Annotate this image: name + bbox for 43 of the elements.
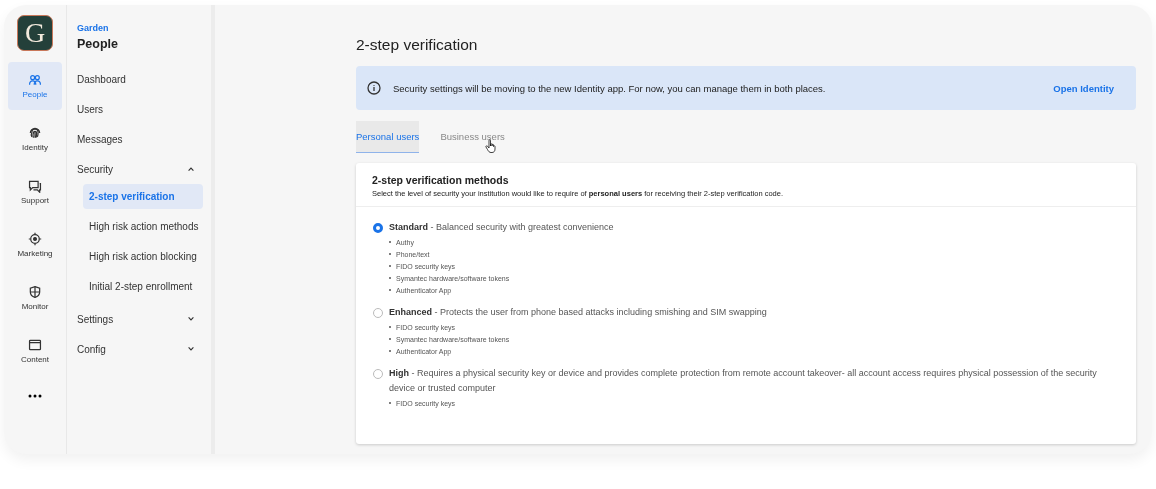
banner-text: Security settings will be moving to the new Identity app. For now, you can manage them in both places. xyxy=(393,82,827,94)
nav-group[interactable]: Settings xyxy=(77,304,195,334)
people-icon xyxy=(28,73,42,87)
nav-subitem[interactable]: Initial 2-step enrollment xyxy=(83,274,203,299)
hand-cursor-icon xyxy=(485,139,497,153)
nav-item[interactable]: Messages xyxy=(77,124,195,154)
option-label: Standard - Balanced security with greatest convenience xyxy=(389,221,614,234)
nav-item[interactable]: Dashboard xyxy=(77,64,195,94)
nav-group[interactable]: Config xyxy=(77,334,195,364)
card-title: 2-step verification methods xyxy=(372,174,510,186)
app-logo[interactable]: G xyxy=(17,15,53,51)
nav-group[interactable]: Security xyxy=(77,154,195,184)
option-label: High - Requires a physical security key or device and provides complete protection from remote account takeover- all account access requires physical possession of the security device or trusted computer xyxy=(389,367,1098,395)
app-context: Garden xyxy=(77,23,110,33)
more-icon[interactable] xyxy=(28,394,42,398)
nav-subitem[interactable]: 2-step verification xyxy=(83,184,203,209)
rail-item[interactable]: People xyxy=(8,62,62,110)
rail-item[interactable]: Monitor xyxy=(8,274,62,322)
tab[interactable]: Personal users xyxy=(356,121,420,153)
rail-item[interactable]: Support xyxy=(8,168,62,216)
info-icon xyxy=(367,81,381,95)
radio-button[interactable] xyxy=(373,223,383,233)
rail-item[interactable]: Identity xyxy=(8,115,62,163)
option-label: Enhanced - Protects the user from phone based attacks including smishing and SIM swapping xyxy=(389,306,767,319)
tab[interactable]: Business users xyxy=(440,121,505,153)
target-icon xyxy=(28,232,42,246)
nav-subitem[interactable]: High risk action blocking xyxy=(83,244,203,269)
chat-icon xyxy=(28,179,42,193)
nav-title: People xyxy=(77,37,119,51)
open-identity-link[interactable]: Open Identity xyxy=(1053,82,1114,94)
chevron-down-icon xyxy=(187,345,195,353)
window-icon xyxy=(28,338,42,352)
radio-button[interactable] xyxy=(373,369,383,379)
rail-item[interactable]: Content xyxy=(8,327,62,375)
chevron-up-icon xyxy=(187,165,195,173)
page-title: 2-step verification xyxy=(356,36,479,54)
radio-button[interactable] xyxy=(373,308,383,318)
nav-subitem[interactable]: High risk action methods xyxy=(83,214,203,239)
chevron-down-icon xyxy=(187,315,195,323)
nav-item[interactable]: Users xyxy=(77,94,195,124)
shield-icon xyxy=(28,285,42,299)
rail-item[interactable]: Marketing xyxy=(8,221,62,269)
fingerprint-icon xyxy=(28,126,42,140)
